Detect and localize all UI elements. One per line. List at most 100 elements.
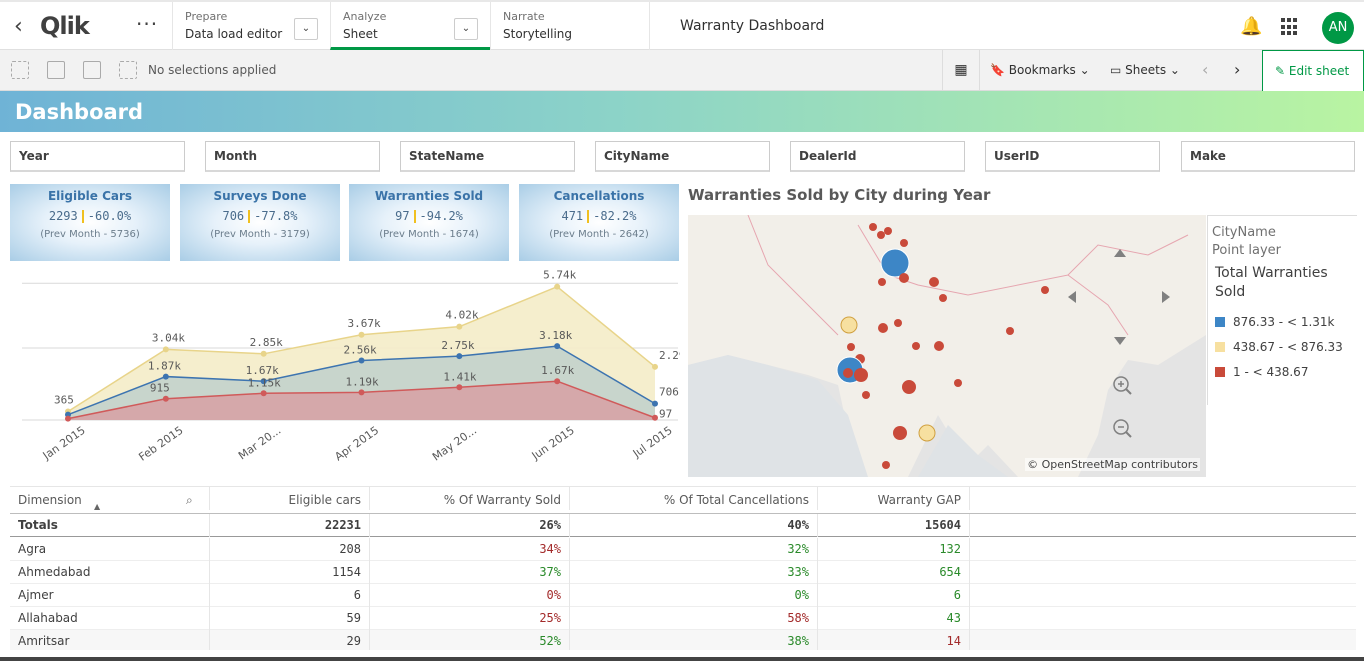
map-title: Warranties Sold by City during Year bbox=[688, 186, 991, 204]
chevron-down-icon[interactable]: ⌄ bbox=[454, 18, 478, 40]
step-back-icon[interactable] bbox=[47, 61, 65, 79]
area-chart[interactable]: 365 3.04k 2.85k 3.67k 4.02k 5.74k 2.29k 1.87k 1.… bbox=[10, 270, 680, 470]
table-cell: 32% bbox=[570, 538, 818, 561]
row-dimension[interactable]: Ahmedabad bbox=[10, 561, 210, 584]
kpi-value: 97 bbox=[395, 209, 410, 223]
row-dimension[interactable]: Agra bbox=[10, 538, 210, 561]
kpi-change: -82.2% bbox=[593, 209, 637, 223]
table-cell: 208 bbox=[210, 538, 370, 561]
filter-userid[interactable]: UserID bbox=[985, 141, 1160, 172]
step-forward-icon[interactable] bbox=[83, 61, 101, 79]
table-header-row: Dimension ▲ ⌕ Eligible cars % Of Warrant… bbox=[10, 487, 1356, 514]
data-point bbox=[65, 415, 71, 422]
data-point bbox=[260, 350, 267, 357]
clear-selections-icon[interactable] bbox=[119, 61, 137, 79]
filter-make[interactable]: Make bbox=[1181, 141, 1355, 172]
column-header-dimension[interactable]: Dimension ▲ ⌕ bbox=[10, 487, 210, 511]
previous-sheet-icon[interactable]: ‹ bbox=[1202, 50, 1208, 90]
bookmarks-label: Bookmarks bbox=[1008, 63, 1076, 77]
nav-prepare[interactable]: Prepare Data load editor ⌄ bbox=[172, 2, 330, 50]
legend-label: 438.67 - < 876.33 bbox=[1233, 340, 1343, 354]
table-cell: 59 bbox=[210, 607, 370, 630]
column-header-warranty-gap[interactable]: Warranty GAP bbox=[818, 487, 970, 510]
table-cell: 0% bbox=[370, 584, 570, 607]
filter-year[interactable]: Year bbox=[10, 141, 185, 172]
data-label: 365 bbox=[54, 394, 74, 407]
data-label: 3.18k bbox=[539, 329, 572, 342]
legend-item[interactable]: 1 - < 438.67 bbox=[1215, 365, 1308, 379]
column-header-warranty-sold[interactable]: % Of Warranty Sold bbox=[370, 487, 570, 510]
table-cell: 29 bbox=[210, 630, 370, 650]
data-label: 1.15k bbox=[248, 376, 281, 389]
filter-statename[interactable]: StateName bbox=[400, 141, 575, 172]
pencil-icon: ✎ bbox=[1275, 64, 1289, 78]
data-label: 4.02k bbox=[445, 309, 478, 322]
x-tick-label: Feb 2015 bbox=[136, 424, 185, 464]
row-dimension[interactable]: Amritsar bbox=[10, 630, 210, 650]
chevron-down-icon: ⌄ bbox=[1166, 63, 1180, 77]
avatar[interactable]: AN bbox=[1322, 12, 1354, 44]
apps-grid-icon[interactable] bbox=[1281, 18, 1299, 36]
data-point bbox=[554, 343, 561, 350]
notification-bell-icon[interactable]: 🔔 bbox=[1240, 16, 1262, 37]
kpi-surveys-done[interactable]: Surveys Done 706 -77.8% (Prev Month - 317… bbox=[180, 184, 340, 261]
sheets-label: Sheets bbox=[1125, 63, 1167, 77]
table-cell: 58% bbox=[570, 607, 818, 630]
table-cell: 22231 bbox=[210, 514, 370, 537]
column-header-eligible-cars[interactable]: Eligible cars bbox=[210, 487, 370, 510]
data-label: 97 bbox=[659, 408, 672, 421]
x-tick-label: Mar 20... bbox=[236, 424, 283, 463]
bottom-border bbox=[0, 657, 1364, 661]
x-tick-label: Jun 2015 bbox=[529, 424, 577, 463]
legend-item[interactable]: 876.33 - < 1.31k bbox=[1215, 315, 1334, 329]
map-attribution[interactable]: © OpenStreetMap contributors bbox=[1025, 458, 1200, 471]
zoom-in-icon[interactable] bbox=[1113, 376, 1132, 395]
bookmarks-button[interactable]: 🔖 Bookmarks ⌄ bbox=[990, 50, 1090, 90]
kpi-prev: (Prev Month - 3179) bbox=[210, 229, 310, 240]
grid-view-icon[interactable]: ▦ bbox=[942, 50, 980, 90]
nav-narrate[interactable]: Narrate Storytelling bbox=[490, 2, 650, 50]
more-options-icon[interactable]: ··· bbox=[136, 12, 158, 36]
zoom-out-icon[interactable] bbox=[1113, 419, 1132, 438]
table-row[interactable]: Agra 208 34% 32% 132 bbox=[10, 538, 1356, 561]
app-title: Warranty Dashboard bbox=[680, 18, 825, 34]
back-arrow-icon[interactable]: ‹ bbox=[14, 14, 23, 39]
table-totals-row: Totals 22231 26% 40% 15604 bbox=[10, 514, 1356, 537]
smart-search-icon[interactable] bbox=[11, 61, 29, 79]
table-row[interactable]: Ajmer 6 0% 0% 6 bbox=[10, 584, 1356, 607]
filter-month[interactable]: Month bbox=[205, 141, 380, 172]
data-label: 2.29k bbox=[659, 349, 680, 362]
filter-dealerid[interactable]: DealerId bbox=[790, 141, 965, 172]
city-map[interactable]: © OpenStreetMap contributors bbox=[688, 215, 1206, 477]
kpi-warranties-sold[interactable]: Warranties Sold 97 -94.2% (Prev Month - 1… bbox=[349, 184, 509, 261]
data-point bbox=[456, 323, 463, 330]
table-row[interactable]: Ahmedabad 1154 37% 33% 654 bbox=[10, 561, 1356, 584]
kpi-cancellations[interactable]: Cancellations 471 -82.2% (Prev Month - 26… bbox=[519, 184, 679, 261]
data-point bbox=[260, 390, 267, 397]
row-dimension[interactable]: Ajmer bbox=[10, 584, 210, 607]
selection-toolbar: No selections applied ▦ 🔖 Bookmarks ⌄ ▭ … bbox=[0, 50, 1364, 91]
column-header-cancellations[interactable]: % Of Total Cancellations bbox=[570, 487, 818, 510]
kpi-eligible-cars[interactable]: Eligible Cars 2293 -60.0% (Prev Month - 5… bbox=[10, 184, 170, 261]
table-cell: 26% bbox=[370, 514, 570, 537]
edit-sheet-button[interactable]: ✎ Edit sheet bbox=[1262, 50, 1364, 91]
sheets-button[interactable]: ▭ Sheets ⌄ bbox=[1110, 50, 1180, 90]
totals-label: Totals bbox=[10, 514, 210, 537]
table-row[interactable]: Allahabad 59 25% 58% 43 bbox=[10, 607, 1356, 630]
table-cell: 40% bbox=[570, 514, 818, 537]
filter-cityname[interactable]: CityName bbox=[595, 141, 770, 172]
table-row[interactable]: Amritsar 29 52% 38% 14 bbox=[10, 630, 1356, 650]
row-dimension[interactable]: Allahabad bbox=[10, 607, 210, 630]
legend-item[interactable]: 438.67 - < 876.33 bbox=[1215, 340, 1343, 354]
data-label: 1.41k bbox=[443, 370, 476, 383]
data-table[interactable]: Dimension ▲ ⌕ Eligible cars % Of Warrant… bbox=[10, 486, 1356, 650]
page-title: Dashboard bbox=[15, 100, 144, 124]
kpi-title: Surveys Done bbox=[213, 189, 307, 203]
nav-analyze[interactable]: Analyze Sheet ⌄ bbox=[330, 2, 490, 50]
kpi-value: 706 bbox=[222, 209, 245, 223]
next-sheet-icon[interactable]: › bbox=[1234, 50, 1240, 90]
x-tick-label: Jan 2015 bbox=[40, 424, 88, 463]
chevron-down-icon[interactable]: ⌄ bbox=[294, 18, 318, 40]
search-icon[interactable]: ⌕ bbox=[186, 487, 193, 514]
data-point bbox=[652, 414, 658, 421]
